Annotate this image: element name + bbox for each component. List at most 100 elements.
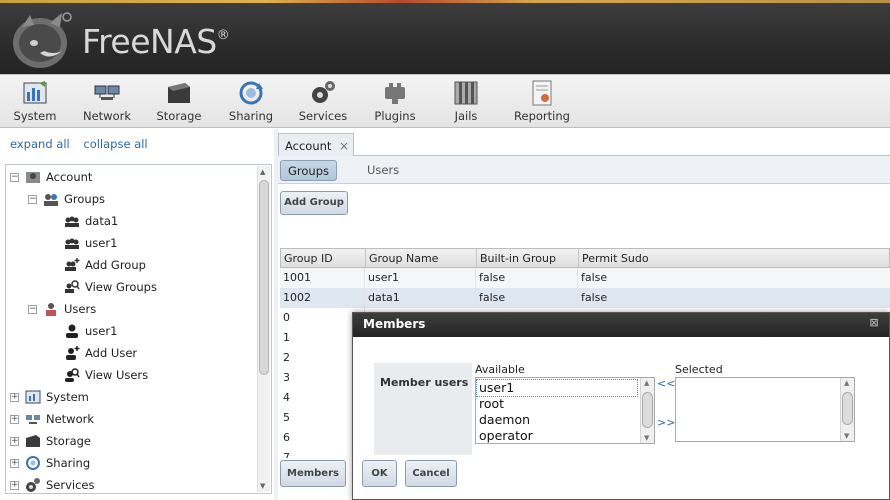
- expand-toggle[interactable]: +: [10, 458, 19, 468]
- tab-account[interactable]: Account ×: [278, 133, 354, 157]
- members-dialog: Members ⊠ Member users Available Selecte…: [352, 312, 890, 500]
- available-list-scrollbar[interactable]: ▲ ▼: [640, 378, 654, 443]
- collapse-all-link[interactable]: collapse all: [83, 137, 147, 151]
- toolbar-system[interactable]: System: [12, 79, 58, 127]
- tree-item-users[interactable]: − Users: [28, 299, 96, 319]
- subtab-groups[interactable]: Groups: [280, 160, 338, 181]
- tree-item-view-users[interactable]: View Users: [64, 365, 148, 385]
- toolbar-sharing[interactable]: Sharing: [228, 79, 274, 127]
- tree-item-account[interactable]: − Account: [10, 167, 92, 187]
- toolbar-network[interactable]: Network: [81, 79, 133, 127]
- cell-sudo: false: [581, 271, 608, 284]
- toolbar-jails[interactable]: Jails: [448, 79, 484, 127]
- table-row[interactable]: 1001 user1 false false: [280, 268, 890, 288]
- expand-toggle[interactable]: +: [10, 436, 19, 446]
- tree-item-groups[interactable]: − Groups: [28, 189, 105, 209]
- services-icon: [26, 478, 40, 492]
- brand-title: FreeNAS®: [82, 22, 230, 61]
- scroll-thumb[interactable]: [842, 392, 853, 425]
- ok-button[interactable]: OK: [362, 460, 397, 487]
- column-header[interactable]: Group Name: [366, 249, 477, 268]
- freenas-logo-icon: [13, 12, 72, 68]
- cancel-button[interactable]: Cancel: [405, 460, 457, 487]
- cell-builtin: false: [476, 268, 578, 288]
- collapse-toggle[interactable]: −: [10, 172, 19, 182]
- expand-toggle[interactable]: +: [10, 480, 19, 490]
- close-tab-icon[interactable]: ×: [339, 139, 349, 153]
- group-icon: [65, 238, 79, 249]
- toolbar-plugins[interactable]: Plugins: [372, 79, 418, 127]
- tree-scrollbar[interactable]: ▲ ▼: [257, 166, 270, 492]
- add-group-icon: [65, 258, 80, 271]
- dialog-title-bar: Members ⊠: [353, 313, 889, 337]
- navigation-tree: − Account − Groups data1 user1 Add Group…: [5, 164, 272, 494]
- toolbar-reporting[interactable]: Reporting: [512, 79, 572, 127]
- view-users-icon: [65, 368, 80, 382]
- selected-users-list[interactable]: ▲ ▼: [675, 377, 855, 442]
- add-user-icon: [66, 346, 80, 360]
- move-left-button[interactable]: <<: [657, 377, 675, 390]
- column-header[interactable]: Built-in Group: [477, 249, 579, 268]
- services-icon: [312, 81, 335, 103]
- expand-toggle[interactable]: +: [10, 414, 19, 424]
- tree-item-add-group[interactable]: Add Group: [64, 255, 146, 275]
- member-users-label: Member users: [380, 376, 469, 389]
- sharing-icon: [239, 81, 263, 105]
- collapse-toggle[interactable]: −: [28, 304, 37, 314]
- jails-icon: [454, 81, 478, 105]
- sharing-icon: [26, 456, 40, 470]
- scroll-thumb[interactable]: [259, 180, 269, 375]
- network-icon: [94, 85, 120, 100]
- column-header[interactable]: Group ID: [281, 249, 366, 268]
- tree-item-add-user[interactable]: Add User: [64, 343, 137, 363]
- tree-item-services[interactable]: + Services: [10, 475, 95, 493]
- users-icon: [46, 303, 56, 316]
- dialog-title: Members: [363, 317, 426, 331]
- expand-toggle[interactable]: +: [10, 392, 19, 402]
- system-icon: [23, 81, 47, 104]
- table-header: Group ID Group Name Built-in Group Permi…: [280, 248, 890, 268]
- storage-icon: [168, 83, 190, 103]
- account-icon: [26, 172, 40, 183]
- cell-group-id: 1002: [280, 288, 365, 308]
- list-item[interactable]: user1: [476, 379, 638, 397]
- toolbar-storage[interactable]: Storage: [155, 79, 203, 127]
- table-row[interactable]: 1002 data1 false false: [280, 288, 890, 308]
- tree-item-network[interactable]: + Network: [10, 409, 94, 429]
- available-users-list[interactable]: user1 root daemon operator ▲ ▼: [475, 377, 655, 444]
- scroll-up-arrow-icon[interactable]: ▲: [260, 168, 265, 176]
- list-item[interactable]: root: [479, 396, 504, 412]
- scroll-thumb[interactable]: [642, 392, 653, 428]
- toolbar-services[interactable]: Services: [297, 79, 349, 127]
- view-groups-icon: [65, 280, 80, 293]
- main-toolbar: System Network Storage Sharing Services …: [0, 74, 890, 128]
- account-subtabs: Groups Users: [278, 156, 890, 184]
- tree-item-view-groups[interactable]: View Groups: [64, 277, 157, 297]
- tree-item-user-user1[interactable]: user1: [64, 321, 117, 341]
- tree-item-storage[interactable]: + Storage: [10, 431, 91, 451]
- storage-icon: [26, 435, 40, 447]
- cell-sudo: false: [581, 291, 608, 304]
- tree-item-group-data1[interactable]: data1: [64, 211, 118, 231]
- tree-item-group-user1[interactable]: user1: [64, 233, 117, 253]
- tree-item-system[interactable]: + System: [10, 387, 89, 407]
- scroll-down-arrow-icon[interactable]: ▼: [644, 434, 649, 442]
- scroll-up-arrow-icon[interactable]: ▲: [844, 379, 849, 387]
- move-right-button[interactable]: >>: [657, 416, 675, 429]
- list-item[interactable]: operator: [479, 428, 533, 443]
- add-group-button[interactable]: Add Group: [280, 191, 348, 215]
- groups-icon: [44, 194, 58, 206]
- cell-group-id: 1001: [280, 268, 365, 288]
- scroll-down-arrow-icon[interactable]: ▼: [844, 432, 849, 440]
- tree-item-sharing[interactable]: + Sharing: [10, 453, 90, 473]
- subtab-users[interactable]: Users: [360, 160, 406, 181]
- close-dialog-icon[interactable]: ⊠: [867, 316, 881, 330]
- list-item[interactable]: daemon: [479, 412, 530, 428]
- expand-all-link[interactable]: expand all: [10, 137, 70, 151]
- collapse-toggle[interactable]: −: [28, 194, 37, 204]
- members-button[interactable]: Members: [280, 460, 346, 487]
- scroll-down-arrow-icon[interactable]: ▼: [260, 482, 265, 490]
- selected-list-scrollbar[interactable]: ▲ ▼: [840, 378, 854, 441]
- column-header[interactable]: Permit Sudo: [579, 249, 890, 268]
- scroll-up-arrow-icon[interactable]: ▲: [644, 379, 649, 387]
